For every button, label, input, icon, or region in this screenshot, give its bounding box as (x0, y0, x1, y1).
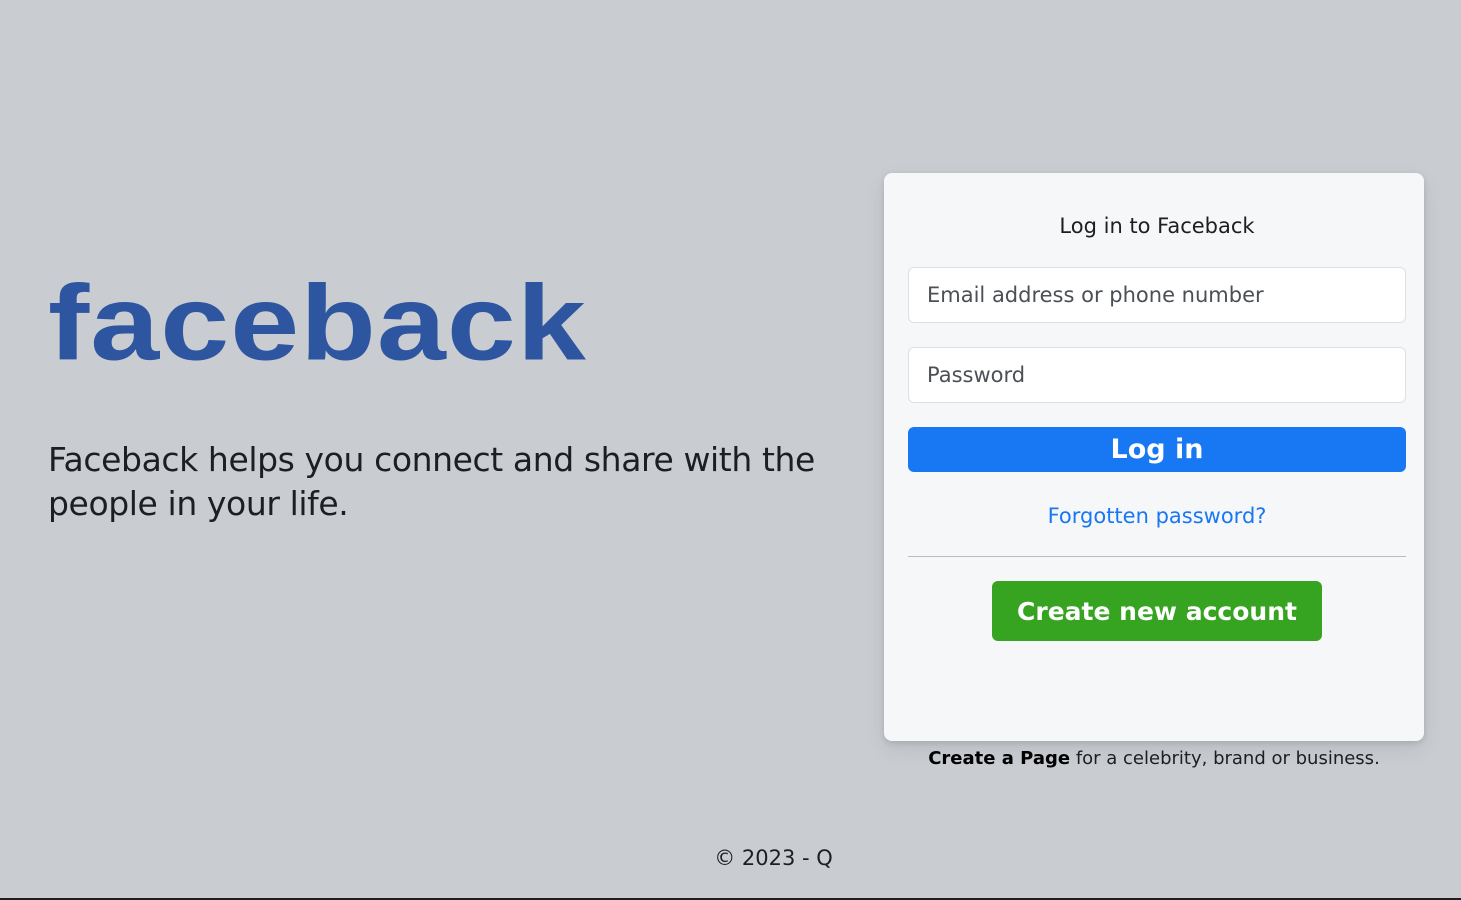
login-card: Log in to Faceback Log in Forgotten pass… (884, 173, 1424, 741)
create-account-button[interactable]: Create new account (992, 581, 1322, 641)
email-field[interactable] (908, 267, 1406, 323)
faceback-logo: faceback (48, 263, 587, 383)
footer-copyright: © 2023 - Q (714, 846, 833, 870)
divider (908, 556, 1406, 557)
login-button[interactable]: Log in (908, 427, 1406, 472)
forgot-password-link[interactable]: Forgotten password? (908, 502, 1406, 530)
create-page-note-text: for a celebrity, brand or business. (1070, 748, 1380, 769)
brand-tagline: Faceback helps you connect and share wit… (48, 440, 815, 523)
login-card-title: Log in to Faceback (1059, 214, 1255, 238)
create-page-note: Create a Page for a celebrity, brand or … (884, 745, 1424, 773)
password-field[interactable] (908, 347, 1406, 403)
brand-section: faceback Faceback helps you connect and … (48, 270, 828, 525)
create-page-link[interactable]: Create a Page (928, 748, 1070, 769)
